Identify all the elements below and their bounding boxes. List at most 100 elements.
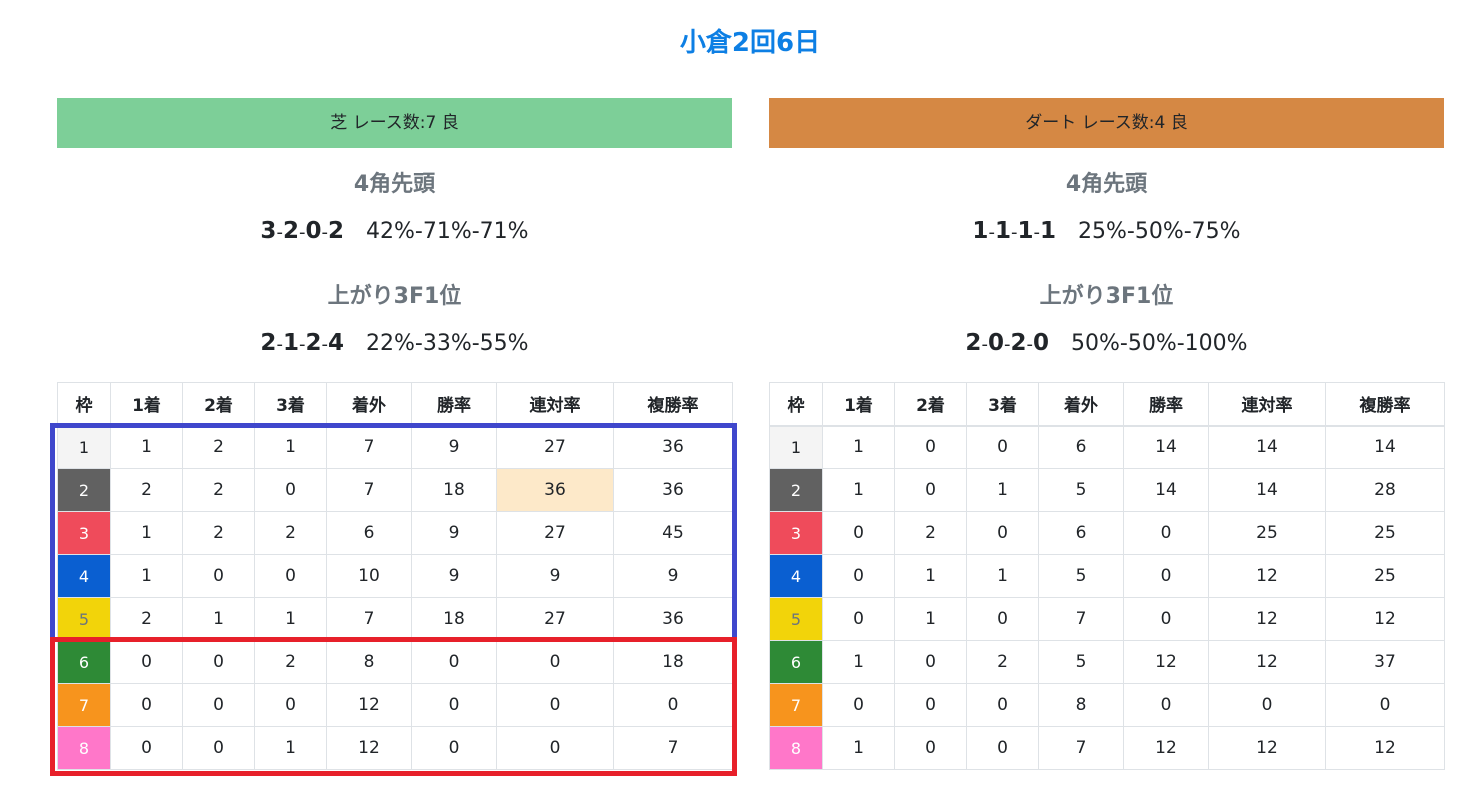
table-row: 4 1 0 0 10 9 9 9: [57, 554, 733, 598]
table-cell: 10: [326, 554, 412, 598]
table-cell: 1: [894, 597, 967, 641]
table-cell: 12: [326, 683, 412, 727]
stat-heading: 4角先頭: [353, 172, 436, 197]
frame-number-cell: 7: [769, 683, 823, 727]
table-cell: 0: [496, 640, 614, 684]
table-cell: 2: [254, 640, 327, 684]
table-cell: 7: [326, 468, 412, 512]
table-row: 5 2 1 1 7 18 27 36: [57, 597, 733, 641]
frame-number-cell: 2: [769, 468, 823, 512]
column-header: 着外: [1038, 382, 1124, 427]
table-cell: 2: [254, 511, 327, 555]
stat-rate: 50%-50%-100%: [1070, 331, 1248, 356]
table-cell: 12: [1123, 726, 1209, 770]
table-cell: 8: [1038, 683, 1124, 727]
table-cell: 6: [1038, 425, 1124, 469]
turf-panel: 芝 レース数:7 良 4角先頭 3-2-0-2 42%-71%-71% 上がり3F1位 2…: [57, 98, 733, 770]
table-row: 8 0 0 1 12 0 0 7: [57, 726, 733, 770]
column-header: 3着: [254, 382, 327, 427]
column-header: 3着: [966, 382, 1039, 427]
table-cell: 36: [496, 468, 614, 512]
table-cell: 0: [496, 726, 614, 770]
table-cell: 0: [1123, 597, 1209, 641]
table-cell: 1: [822, 726, 895, 770]
table-cell: 0: [822, 597, 895, 641]
table-cell: 2: [182, 425, 255, 469]
table-cell: 36: [613, 468, 733, 512]
table-cell: 0: [411, 640, 497, 684]
record-value: 2: [327, 218, 344, 244]
table-cell: 7: [326, 597, 412, 641]
stat-heading: 4角先頭: [1065, 172, 1148, 197]
table-cell: 0: [966, 425, 1039, 469]
table-cell: 37: [1325, 640, 1445, 684]
table-cell: 27: [496, 597, 614, 641]
table-cell: 9: [496, 554, 614, 598]
table-cell: 5: [1038, 468, 1124, 512]
record-value: 1: [1017, 218, 1034, 244]
table-cell: 0: [822, 511, 895, 555]
frame-number-cell: 5: [57, 597, 111, 641]
frame-number-cell: 6: [57, 640, 111, 684]
column-header: 勝率: [411, 382, 497, 427]
table-cell: 0: [254, 468, 327, 512]
table-cell: 25: [1325, 511, 1445, 555]
frame-number-cell: 3: [57, 511, 111, 555]
table-cell: 7: [326, 425, 412, 469]
frame-number-cell: 6: [769, 640, 823, 684]
table-cell: 36: [613, 597, 733, 641]
column-header: 枠: [57, 382, 111, 427]
table-cell: 14: [1325, 425, 1445, 469]
table-cell: 2: [110, 468, 183, 512]
table-cell: 0: [1208, 683, 1326, 727]
table-cell: 28: [1325, 468, 1445, 512]
table-cell: 0: [894, 468, 967, 512]
table-row: 7 0 0 0 12 0 0 0: [57, 683, 733, 727]
table-cell: 0: [110, 640, 183, 684]
table-cell: 5: [1038, 554, 1124, 598]
stat-line: 1-1-1-1 25%-50%-75%: [769, 216, 1444, 246]
stat-rate: 22%-33%-55%: [365, 331, 529, 356]
table-header-row: 枠 1着 2着 3着 着外 勝率 連対率 複勝率: [769, 382, 1445, 427]
table-cell: 0: [1325, 683, 1445, 727]
table-row: 6 0 0 2 8 0 0 18: [57, 640, 733, 684]
column-header: 1着: [110, 382, 183, 427]
table-cell: 36: [613, 425, 733, 469]
frame-number-cell: 7: [57, 683, 111, 727]
column-header: 2着: [182, 382, 255, 427]
table-cell: 1: [110, 511, 183, 555]
column-header: 複勝率: [613, 382, 733, 427]
table-cell: 0: [894, 683, 967, 727]
table-cell: 45: [613, 511, 733, 555]
record-value: 1: [1039, 218, 1056, 244]
table-cell: 12: [1208, 726, 1326, 770]
table-row: 1 1 2 1 7 9 27 36: [57, 425, 733, 469]
record-value: 2: [305, 330, 322, 356]
table-row: 5 0 1 0 7 0 12 12: [769, 597, 1445, 641]
stat-record: 1-1-1-1: [972, 218, 1056, 244]
table-cell: 1: [254, 726, 327, 770]
frame-number-cell: 1: [769, 425, 823, 469]
table-row: 6 1 0 2 5 12 12 37: [769, 640, 1445, 684]
table-row: 3 1 2 2 6 9 27 45: [57, 511, 733, 555]
stat-rate: 25%-50%-75%: [1077, 219, 1241, 244]
table-cell: 0: [1123, 554, 1209, 598]
table-cell: 2: [966, 640, 1039, 684]
table-cell: 7: [613, 726, 733, 770]
table-cell: 12: [1123, 640, 1209, 684]
column-header: 勝率: [1123, 382, 1209, 427]
table-cell: 9: [411, 554, 497, 598]
frame-number-cell: 4: [769, 554, 823, 598]
record-value: 3: [260, 218, 277, 244]
stat-line: 2-1-2-4 22%-33%-55%: [57, 328, 732, 358]
table-row: 1 1 0 0 6 14 14 14: [769, 425, 1445, 469]
table-cell: 0: [110, 683, 183, 727]
table-cell: 2: [110, 597, 183, 641]
table-cell: 0: [182, 640, 255, 684]
table-row: 2 1 0 1 5 14 14 28: [769, 468, 1445, 512]
table-row: 8 1 0 0 7 12 12 12: [769, 726, 1445, 770]
table-cell: 1: [822, 425, 895, 469]
frame-number-cell: 2: [57, 468, 111, 512]
table-cell: 9: [411, 511, 497, 555]
table-cell: 27: [496, 511, 614, 555]
